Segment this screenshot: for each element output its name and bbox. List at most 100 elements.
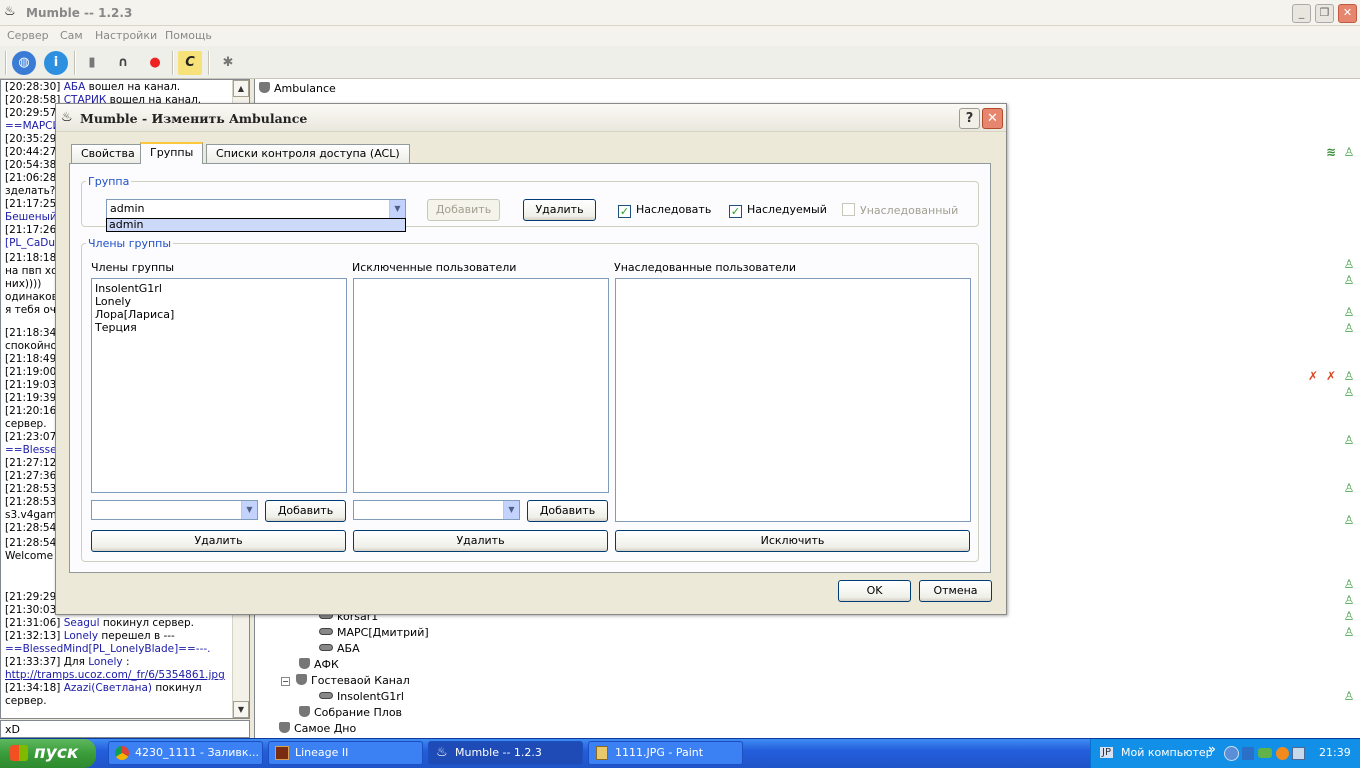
exclude-button[interactable]: Исключить <box>615 530 970 552</box>
remove-excluded-button[interactable]: Удалить <box>353 530 608 552</box>
members-list[interactable]: InsolentG1rl Lonely Лора[Лариса] Терция <box>91 278 347 493</box>
menu-help[interactable]: Помощь <box>165 29 212 42</box>
network-icon[interactable] <box>1292 747 1305 760</box>
tab-acl[interactable]: Списки контроля доступа (ACL) <box>206 144 410 164</box>
chat-log-line: [PL_CaDu <box>5 237 56 249</box>
deafened-icon: ≋ <box>1325 145 1337 159</box>
tray-collapse-icon[interactable] <box>1224 746 1239 761</box>
shield-icon[interactable] <box>1242 747 1254 760</box>
add-excluded-button[interactable]: Добавить <box>527 500 608 522</box>
inherit-checkbox[interactable]: ✓ Наследовать <box>618 203 711 218</box>
remove-member-button[interactable]: Удалить <box>91 530 346 552</box>
chat-log-line: [21:23:07] <box>5 431 61 443</box>
chat-log-line: [21:30:03] <box>5 604 61 616</box>
excluded-select[interactable]: ▼ <box>353 500 520 520</box>
list-item[interactable]: InsolentG1rl <box>92 282 346 295</box>
chevron-down-icon[interactable]: ▼ <box>241 501 257 519</box>
chat-log-line: [21:28:54 <box>5 537 57 549</box>
tree-user[interactable]: InsolentG1rl <box>319 689 404 705</box>
collapse-icon[interactable]: − <box>281 677 290 686</box>
remove-group-button[interactable]: Удалить <box>523 199 596 221</box>
chat-log-line: [21:17:25] <box>5 198 61 210</box>
taskbar-item-mumble[interactable]: ♨ Mumble -- 1.2.3 <box>428 741 583 765</box>
groups-tab-page: Группа admin ▼ Добавить Удалить ✓ Наследо… <box>69 163 991 573</box>
firefox-icon[interactable] <box>1276 747 1289 760</box>
registered-user-icon: ♙ <box>1343 689 1355 703</box>
paint-icon <box>596 746 608 760</box>
inherited-list[interactable] <box>615 278 971 522</box>
scroll-up-button[interactable]: ▲ <box>233 80 249 97</box>
tab-properties[interactable]: Свойства <box>71 144 145 164</box>
clock: 21:39 <box>1319 746 1351 759</box>
minimize-button[interactable]: _ <box>1292 4 1311 23</box>
dropdown-item[interactable]: admin <box>107 219 405 231</box>
tab-groups[interactable]: Группы <box>140 142 204 164</box>
help-button[interactable]: ? <box>959 108 980 129</box>
tree-channel[interactable]: − Гостеваой Канал <box>281 673 410 689</box>
record-icon[interactable]: ● <box>143 51 167 75</box>
list-item[interactable]: Терция <box>92 321 346 334</box>
tree-user[interactable]: АБА <box>319 641 360 657</box>
microphone-icon[interactable]: ▮ <box>80 51 104 75</box>
tree-root-channel[interactable]: Ambulance <box>259 81 336 97</box>
my-computer-toolbar[interactable]: Мой компьютер <box>1121 746 1213 759</box>
chat-log-line: я тебя оч <box>5 304 56 316</box>
chat-input[interactable]: xD <box>0 720 250 738</box>
excluded-list[interactable] <box>353 278 609 493</box>
maximize-button[interactable]: ❐ <box>1315 4 1334 23</box>
taskbar-item-paint[interactable]: 1111.JPG - Paint <box>588 741 743 765</box>
tree-channel[interactable]: Самое Дно <box>279 721 356 737</box>
group-section-label: Группа <box>86 175 132 188</box>
close-button[interactable]: ✕ <box>1338 4 1357 23</box>
inheritable-checkbox[interactable]: ✓ Наследуемый <box>729 203 827 218</box>
add-group-button[interactable]: Добавить <box>427 199 500 221</box>
chat-log-line: Бешеный <box>5 211 57 223</box>
checkmark-icon: ✓ <box>729 205 742 218</box>
start-button[interactable]: пуск <box>0 739 96 768</box>
chat-log-line: [21:28:53] <box>5 483 61 495</box>
add-member-button[interactable]: Добавить <box>265 500 346 522</box>
headphones-icon[interactable]: ∩ <box>111 51 135 75</box>
chat-log-line: ==МАРСИ <box>5 120 61 132</box>
scroll-down-button[interactable]: ▼ <box>233 701 249 718</box>
chat-log-line: [21:33:37] Для Lonely : <box>5 656 130 668</box>
menu-server[interactable]: Сервер <box>7 29 49 42</box>
list-item[interactable]: Lonely <box>92 295 346 308</box>
dialog-close-button[interactable]: ✕ <box>982 108 1003 129</box>
chat-log-line: спокойно <box>5 340 57 352</box>
language-indicator[interactable]: JP <box>1100 747 1113 758</box>
registered-user-icon: ♙ <box>1343 609 1355 623</box>
chevron-down-icon[interactable]: ▼ <box>503 501 519 519</box>
window-title: Mumble -- 1.2.3 <box>26 6 133 20</box>
ok-button[interactable]: OK <box>838 580 911 602</box>
group-select[interactable]: admin ▼ <box>106 199 406 219</box>
chat-log-line: них)))) <box>5 278 42 290</box>
group-dropdown-list[interactable]: admin <box>106 218 406 232</box>
menu-settings[interactable]: Настройки <box>95 29 157 42</box>
cancel-button[interactable]: Отмена <box>919 580 992 602</box>
chat-log-line: [20:28:30] АБА вошел на канал. <box>5 81 181 93</box>
mumble-tray-icon[interactable] <box>1258 748 1272 758</box>
chat-log-line: [20:35:29] <box>5 133 61 145</box>
registered-user-icon: ♙ <box>1343 625 1355 639</box>
inherited-checkbox[interactable]: Унаследованный <box>842 203 958 217</box>
connect-globe-icon[interactable]: ◍ <box>12 51 36 75</box>
list-item[interactable]: Лора[Лариса] <box>92 308 346 321</box>
chat-log-line: одинаков <box>5 291 58 303</box>
member-select[interactable]: ▼ <box>91 500 258 520</box>
info-icon[interactable]: i <box>44 51 68 75</box>
dialog-titlebar: ♨ Mumble - Изменить Ambulance ? ✕ <box>56 104 1006 132</box>
tree-channel[interactable]: Собрание Плов <box>299 705 402 721</box>
chat-log-line: ==BlessedMind[PL_LonelyBlade]==---. <box>5 643 211 655</box>
channel-icon <box>259 82 270 93</box>
taskbar-item-lineage[interactable]: Lineage II <box>268 741 423 765</box>
audio-wizard-icon[interactable]: ✱ <box>216 51 240 75</box>
menu-self[interactable]: Сам <box>60 29 83 42</box>
tree-user[interactable]: МАРС[Дмитрий] <box>319 625 429 641</box>
tree-channel[interactable]: АФК <box>299 657 339 673</box>
toolbar-expand-icon[interactable]: » <box>1208 742 1216 756</box>
chevron-down-icon[interactable]: ▼ <box>389 200 405 218</box>
registered-user-icon: ♙ <box>1343 577 1355 591</box>
comment-icon[interactable]: C <box>178 51 202 75</box>
taskbar-item-browser[interactable]: 4230_1111 - Заливк... <box>108 741 263 765</box>
